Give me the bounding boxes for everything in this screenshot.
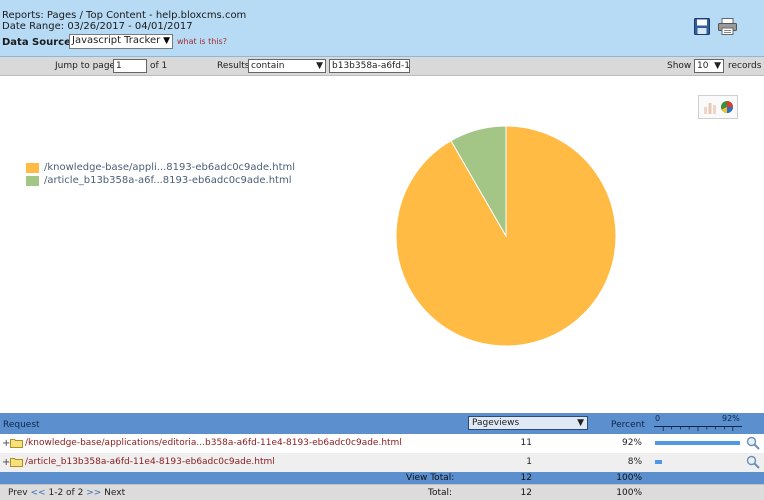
magnifier-icon[interactable] xyxy=(746,436,760,450)
pie-chart-icon[interactable] xyxy=(720,100,734,114)
filter-mode-select[interactable]: contain ▼ xyxy=(248,59,326,73)
metric-select[interactable]: Pageviews ▼ xyxy=(468,416,588,430)
chevron-down-icon: ▼ xyxy=(316,61,323,71)
date-range: Date Range: 03/26/2017 - 04/01/2017 xyxy=(2,21,193,32)
save-disk-icon[interactable] xyxy=(694,18,710,35)
prev-arrows[interactable]: << xyxy=(31,488,46,498)
legend-label: /article_b13b358a-a6f...8193-eb6adc0c9ad… xyxy=(44,175,292,186)
total-label: Total: xyxy=(428,488,453,498)
chevron-down-icon: ▼ xyxy=(714,61,721,71)
records-per-page-select[interactable]: 10 ▼ xyxy=(694,59,724,73)
report-header: Reports: Pages / Top Content - help.blox… xyxy=(0,0,764,57)
view-total-row: View Total: 12 100% xyxy=(0,472,764,484)
pageviews-value: 11 xyxy=(520,438,532,448)
chevron-down-icon: ▼ xyxy=(163,36,170,46)
total-value: 12 xyxy=(520,488,532,498)
legend-item: /article_b13b358a-a6f...8193-eb6adc0c9ad… xyxy=(26,175,295,188)
column-header-percent: Percent xyxy=(611,420,645,430)
data-source-select[interactable]: Javascript Tracker ▼ xyxy=(69,34,173,49)
metric-value: Pageviews xyxy=(472,418,520,428)
data-source-value: Javascript Tracker xyxy=(72,35,161,46)
results-toolbar: Jump to page 1 of 1 Results contain ▼ b1… xyxy=(0,57,764,76)
table-header: Request Percent xyxy=(0,413,764,434)
legend-label: /knowledge-base/appli...8193-eb6adc0c9ad… xyxy=(44,162,296,173)
chart-type-toggle xyxy=(698,95,738,119)
filter-text-input[interactable]: b13b358a-a6fd-1 xyxy=(329,59,410,73)
legend-swatch xyxy=(26,176,39,186)
show-label: Show xyxy=(667,61,692,71)
results-label: Results xyxy=(217,61,250,71)
page-range: 1-2 of 2 xyxy=(48,488,84,498)
filter-mode-value: contain xyxy=(251,61,285,71)
scale-min-label: 0 xyxy=(655,414,661,423)
pie-chart xyxy=(395,125,617,347)
what-is-this-link[interactable]: what is this? xyxy=(177,37,227,46)
percent-bar xyxy=(655,460,662,464)
table-row: + /article_b13b358a-a6fd-11e4-8193-eb6ad… xyxy=(0,453,764,472)
bar-chart-icon[interactable] xyxy=(703,100,717,114)
total-percent: 100% xyxy=(616,488,642,498)
report-breadcrumb: Reports: Pages / Top Content - help.blox… xyxy=(2,10,247,21)
percent-bar xyxy=(655,441,740,445)
view-total-label: View Total: xyxy=(406,473,455,483)
folder-icon xyxy=(10,458,23,467)
prev-link[interactable]: Prev xyxy=(8,488,28,498)
request-link[interactable]: /article_b13b358a-a6fd-11e4-8193-eb6adc0… xyxy=(25,457,275,467)
records-per-page-value: 10 xyxy=(697,61,709,71)
percent-value: 92% xyxy=(621,438,642,448)
total-row: Prev << 1-2 of 2 >> Next Total: 12 100% xyxy=(0,484,764,500)
request-link[interactable]: /knowledge-base/applications/editoria...… xyxy=(25,438,402,448)
chart-legend: /knowledge-base/appli...8193-eb6adc0c9ad… xyxy=(26,162,295,188)
pager: Prev << 1-2 of 2 >> Next xyxy=(8,488,125,498)
column-header-request: Request xyxy=(3,420,40,430)
percent-value: 8% xyxy=(627,457,642,467)
table-row: + /knowledge-base/applications/editoria.… xyxy=(0,434,764,453)
scale-max-label: 92% xyxy=(722,414,740,423)
next-link[interactable]: Next xyxy=(104,488,125,498)
page-count: of 1 xyxy=(150,61,168,71)
magnifier-icon[interactable] xyxy=(746,455,760,469)
jump-to-page-label: Jump to page xyxy=(55,61,116,71)
percent-scale: 0 92% xyxy=(654,414,742,434)
folder-icon xyxy=(10,439,23,448)
legend-item: /knowledge-base/appli...8193-eb6adc0c9ad… xyxy=(26,162,295,175)
records-label: records xyxy=(728,61,762,71)
scale-ticks xyxy=(654,426,742,431)
pageviews-value: 1 xyxy=(526,457,532,467)
data-source-label: Data Source: xyxy=(2,37,75,48)
next-arrows[interactable]: >> xyxy=(86,488,101,498)
page-number-input[interactable]: 1 xyxy=(113,59,147,73)
view-total-value: 12 xyxy=(520,473,532,483)
legend-swatch xyxy=(26,163,39,173)
chevron-down-icon: ▼ xyxy=(577,418,584,428)
printer-icon[interactable] xyxy=(718,18,737,35)
view-total-percent: 100% xyxy=(616,473,642,483)
